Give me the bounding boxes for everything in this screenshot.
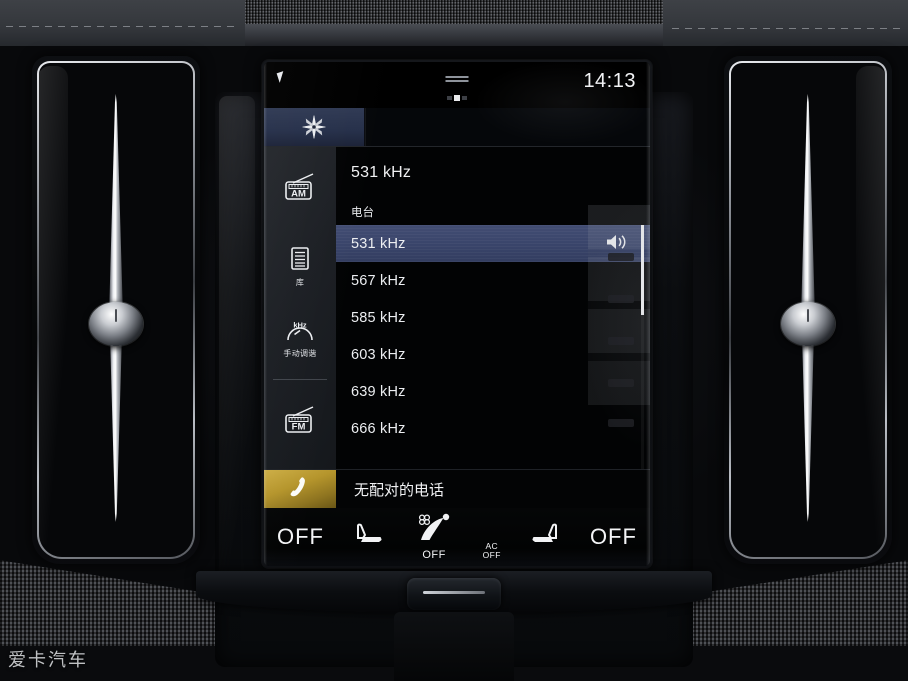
main-content: AM 库 kHz 手动调谐 FM 531 kHz 电台 531 kHz 567 … (264, 146, 650, 469)
climate-right-temp[interactable]: OFF (590, 524, 637, 550)
status-bar: 14:13 (264, 62, 650, 108)
compass-rose-icon (301, 114, 327, 140)
page-indicator-dot (447, 95, 467, 101)
scrollbar-thumb[interactable] (641, 225, 644, 315)
dashboard-leather-right (663, 0, 908, 52)
svg-text:AM: AM (291, 189, 306, 200)
station-rows: 531 kHz 567 kHz 585 kHz 603 kHz 639 kHz … (351, 225, 650, 469)
table-row[interactable]: 666 kHz (351, 410, 650, 447)
seat-heater-right-button[interactable] (528, 522, 562, 553)
station-list-pane: 531 kHz 电台 531 kHz 567 kHz 585 kHz 603 k… (336, 147, 650, 469)
drag-handle-icon[interactable] (445, 76, 469, 82)
dashboard-top (0, 0, 908, 52)
dashboard-speaker-grille (240, 0, 670, 26)
sidebar-label-manual-tune: 手动调谐 (283, 348, 317, 358)
air-vent-right[interactable] (724, 56, 892, 564)
navigation-tile[interactable] (264, 108, 365, 146)
table-row[interactable]: 585 kHz (351, 299, 650, 336)
table-row[interactable]: 639 kHz (351, 373, 650, 410)
clock: 14:13 (583, 70, 636, 92)
nav-row-empty (365, 108, 650, 146)
nav-tile-row (264, 108, 650, 146)
svg-text:FM: FM (292, 421, 306, 432)
phone-status-text: 无配对的电话 (354, 481, 445, 499)
speaker-playing-icon (606, 233, 628, 255)
phone-status-bar[interactable]: 无配对的电话 (264, 469, 650, 508)
right-temp-value: OFF (589, 524, 637, 549)
phone-icon-tile[interactable] (264, 470, 336, 508)
left-temp-value: OFF (277, 524, 324, 549)
station-label: 666 kHz (351, 420, 406, 437)
sidebar-label-library: 库 (295, 278, 305, 287)
vent-knob-left[interactable] (89, 302, 143, 346)
table-row[interactable]: 567 kHz (351, 262, 650, 299)
station-label: 639 kHz (351, 383, 406, 400)
dashboard-leather-left (0, 0, 245, 52)
fan-seat-airflow-icon (413, 513, 455, 548)
vent-knob-right[interactable] (781, 302, 835, 346)
ac-toggle[interactable]: AC OFF (483, 542, 501, 560)
table-row[interactable]: 603 kHz (351, 336, 650, 373)
station-label: 603 kHz (351, 346, 406, 363)
am-radio-icon: AM (282, 172, 318, 207)
climate-control-bar: OFF OFF AC OFF OFF (264, 508, 650, 566)
table-row[interactable]: 531 kHz (336, 225, 650, 262)
watermark: 爱卡汽车 (8, 650, 88, 671)
stitching-right (672, 28, 902, 29)
sidebar-item-library[interactable]: 库 (264, 239, 336, 292)
ac-status: OFF (482, 550, 501, 561)
seat-heater-right-icon (528, 522, 562, 553)
airflow-mode-button[interactable]: OFF (413, 513, 455, 561)
fm-radio-icon: FM (282, 405, 318, 440)
sidebar-item-am-band[interactable]: AM (264, 165, 336, 213)
fan-status-label: OFF (422, 549, 446, 561)
seat-heater-left-button[interactable] (352, 522, 386, 553)
infotainment-bezel: 14:13 AM 库 kHz 手动调谐 FM 531 kHz 电台 531 kH… (262, 60, 652, 568)
console-stem (394, 612, 514, 681)
now-playing-frequency: 531 kHz (351, 164, 412, 181)
vent-gloss-right (856, 66, 886, 546)
climate-left-temp[interactable]: OFF (277, 524, 324, 550)
station-list-title: 电台 (351, 207, 374, 219)
console-hazard-button[interactable] (407, 578, 501, 610)
media-sidebar: AM 库 kHz 手动调谐 FM (264, 147, 336, 469)
vent-gloss-left (38, 66, 68, 546)
seat-heater-left-icon (352, 522, 386, 553)
phone-handset-icon (290, 476, 310, 503)
sidebar-item-fm-band[interactable]: FM (264, 398, 336, 446)
station-label: 567 kHz (351, 272, 406, 289)
library-list-icon (289, 246, 311, 277)
station-label: 585 kHz (351, 309, 406, 326)
stitching-left (6, 26, 236, 27)
infotainment-screen[interactable]: 14:13 AM 库 kHz 手动调谐 FM 531 kHz 电台 531 kH… (264, 62, 650, 566)
sidebar-divider (273, 378, 327, 380)
sidebar-item-manual-tune[interactable]: kHz 手动调谐 (264, 312, 336, 363)
station-label: 531 kHz (351, 235, 406, 252)
car-infotainment-photo: 14:13 AM 库 kHz 手动调谐 FM 531 kHz 电台 531 kH… (0, 0, 908, 681)
khz-manual-tune-icon: kHz (280, 319, 320, 348)
air-vent-left[interactable] (32, 56, 200, 564)
